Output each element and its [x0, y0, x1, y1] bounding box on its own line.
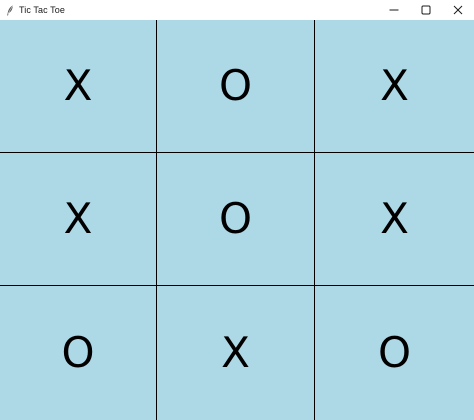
game-board: X O X X O X O X O: [0, 20, 474, 420]
cell-mark: X: [380, 194, 409, 243]
maximize-button[interactable]: [410, 0, 442, 20]
board-cell-r2c3[interactable]: X: [315, 153, 474, 286]
window-title: Tic Tac Toe: [19, 5, 65, 15]
close-icon: [453, 5, 463, 15]
title-bar[interactable]: Tic Tac Toe: [0, 0, 474, 20]
cell-mark: X: [380, 61, 409, 110]
board-cell-r2c2[interactable]: O: [157, 153, 315, 286]
minimize-button[interactable]: [378, 0, 410, 20]
board-cell-r3c1[interactable]: O: [0, 286, 157, 420]
board-cell-r3c3[interactable]: O: [315, 286, 474, 420]
cell-mark: X: [63, 194, 93, 243]
cell-mark: O: [61, 328, 95, 377]
cell-mark: X: [221, 328, 250, 377]
board-cell-r3c2[interactable]: X: [157, 286, 315, 420]
feather-icon: [5, 4, 15, 16]
cell-mark: X: [63, 61, 93, 110]
board-cell-r2c1[interactable]: X: [0, 153, 157, 286]
window-controls: [378, 0, 474, 20]
minimize-icon: [389, 9, 399, 11]
cell-mark: O: [377, 328, 412, 377]
app-window: Tic Tac Toe X O X X O X O X O: [0, 0, 474, 420]
board-cell-r1c3[interactable]: X: [315, 20, 474, 153]
cell-mark: O: [218, 61, 253, 110]
board-cell-r1c1[interactable]: X: [0, 20, 157, 153]
close-button[interactable]: [442, 0, 474, 20]
cell-mark: O: [218, 194, 253, 243]
board-cell-r1c2[interactable]: O: [157, 20, 315, 153]
maximize-icon: [421, 5, 431, 15]
